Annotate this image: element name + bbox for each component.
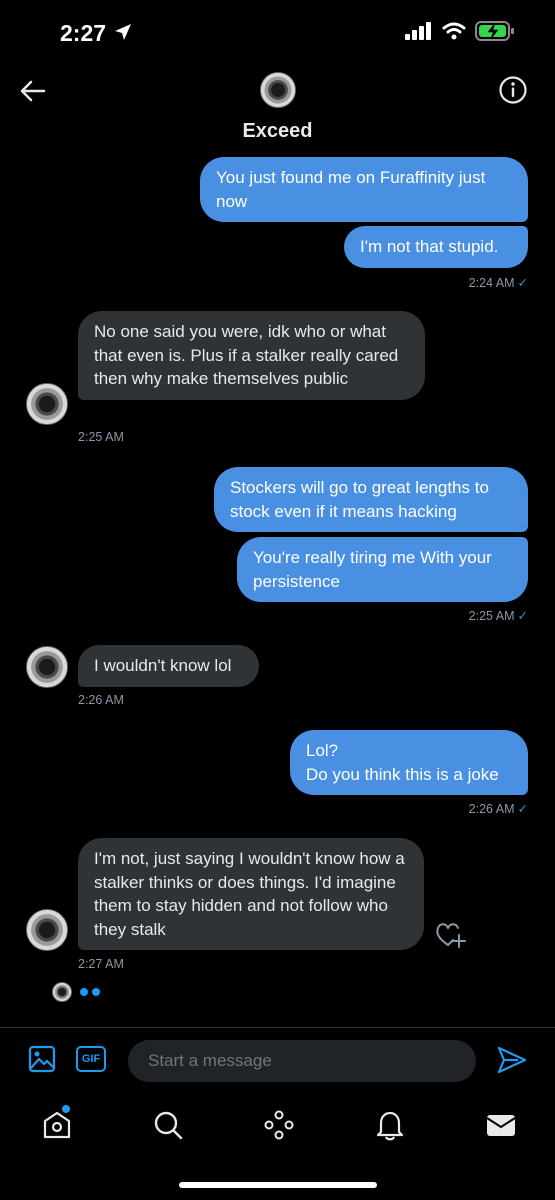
timestamp-text: 2:26 AM: [468, 802, 515, 816]
bell-icon[interactable]: [373, 1108, 407, 1142]
sent-check-icon: ✓: [517, 802, 528, 816]
info-icon[interactable]: [498, 75, 528, 105]
search-icon[interactable]: [151, 1108, 185, 1142]
home-notification-dot: [62, 1105, 70, 1113]
image-icon[interactable]: [28, 1045, 56, 1073]
outgoing-message[interactable]: I'm not that stupid.: [344, 226, 528, 268]
heart-plus-icon[interactable]: [434, 920, 466, 950]
incoming-message[interactable]: I'm not, just saying I wouldn't know how…: [78, 838, 424, 950]
signal-icon: [405, 22, 431, 40]
outgoing-message[interactable]: You just found me on Furaffinity just no…: [200, 157, 528, 222]
sender-avatar[interactable]: [26, 909, 68, 951]
typing-indicator: [52, 982, 100, 1002]
home-indicator[interactable]: [179, 1182, 377, 1188]
mail-icon[interactable]: [484, 1108, 518, 1142]
home-icon[interactable]: [40, 1108, 74, 1142]
send-icon[interactable]: [496, 1045, 528, 1075]
sent-check-icon: ✓: [517, 276, 528, 290]
sender-avatar[interactable]: [26, 646, 68, 688]
message-composer: GIF: [0, 1035, 555, 1090]
message-timestamp: 2:26 AM ✓: [400, 801, 528, 816]
wifi-icon: [442, 22, 466, 40]
bottom-tab-bar: [0, 1098, 555, 1158]
status-icons: [405, 21, 515, 41]
message-timestamp: 2:27 AM: [78, 957, 124, 971]
status-bar: 2:27: [0, 0, 555, 60]
spaces-icon[interactable]: [262, 1108, 296, 1142]
message-timestamp: 2:25 AM: [78, 430, 124, 444]
sender-avatar[interactable]: [26, 383, 68, 425]
location-arrow-icon: [115, 24, 131, 40]
typing-dot: [80, 988, 88, 996]
outgoing-message[interactable]: Stockers will go to great lengths to sto…: [214, 467, 528, 532]
message-timestamp: 2:25 AM ✓: [400, 608, 528, 623]
back-arrow-icon[interactable]: [18, 76, 48, 106]
incoming-message[interactable]: No one said you were, idk who or what th…: [78, 311, 425, 400]
incoming-message[interactable]: I wouldn't know lol: [78, 645, 259, 687]
outgoing-message[interactable]: Lol? Do you think this is a joke: [290, 730, 528, 795]
contact-avatar[interactable]: [260, 72, 296, 108]
message-input[interactable]: [128, 1040, 476, 1082]
message-timestamp: 2:26 AM: [78, 693, 124, 707]
composer-divider: [0, 1027, 555, 1028]
battery-charging-icon: [475, 21, 514, 41]
message-timestamp: 2:24 AM ✓: [400, 275, 528, 290]
typing-avatar: [52, 982, 72, 1002]
typing-dot: [92, 988, 100, 996]
conversation-header: Exceed: [0, 60, 555, 155]
outgoing-message[interactable]: You're really tiring me With your persis…: [237, 537, 528, 602]
gif-button[interactable]: GIF: [76, 1046, 106, 1072]
sent-check-icon: ✓: [517, 609, 528, 623]
timestamp-text: 2:24 AM: [468, 276, 515, 290]
status-time: 2:27: [60, 20, 107, 46]
contact-name[interactable]: Exceed: [0, 120, 555, 143]
timestamp-text: 2:25 AM: [468, 609, 515, 623]
